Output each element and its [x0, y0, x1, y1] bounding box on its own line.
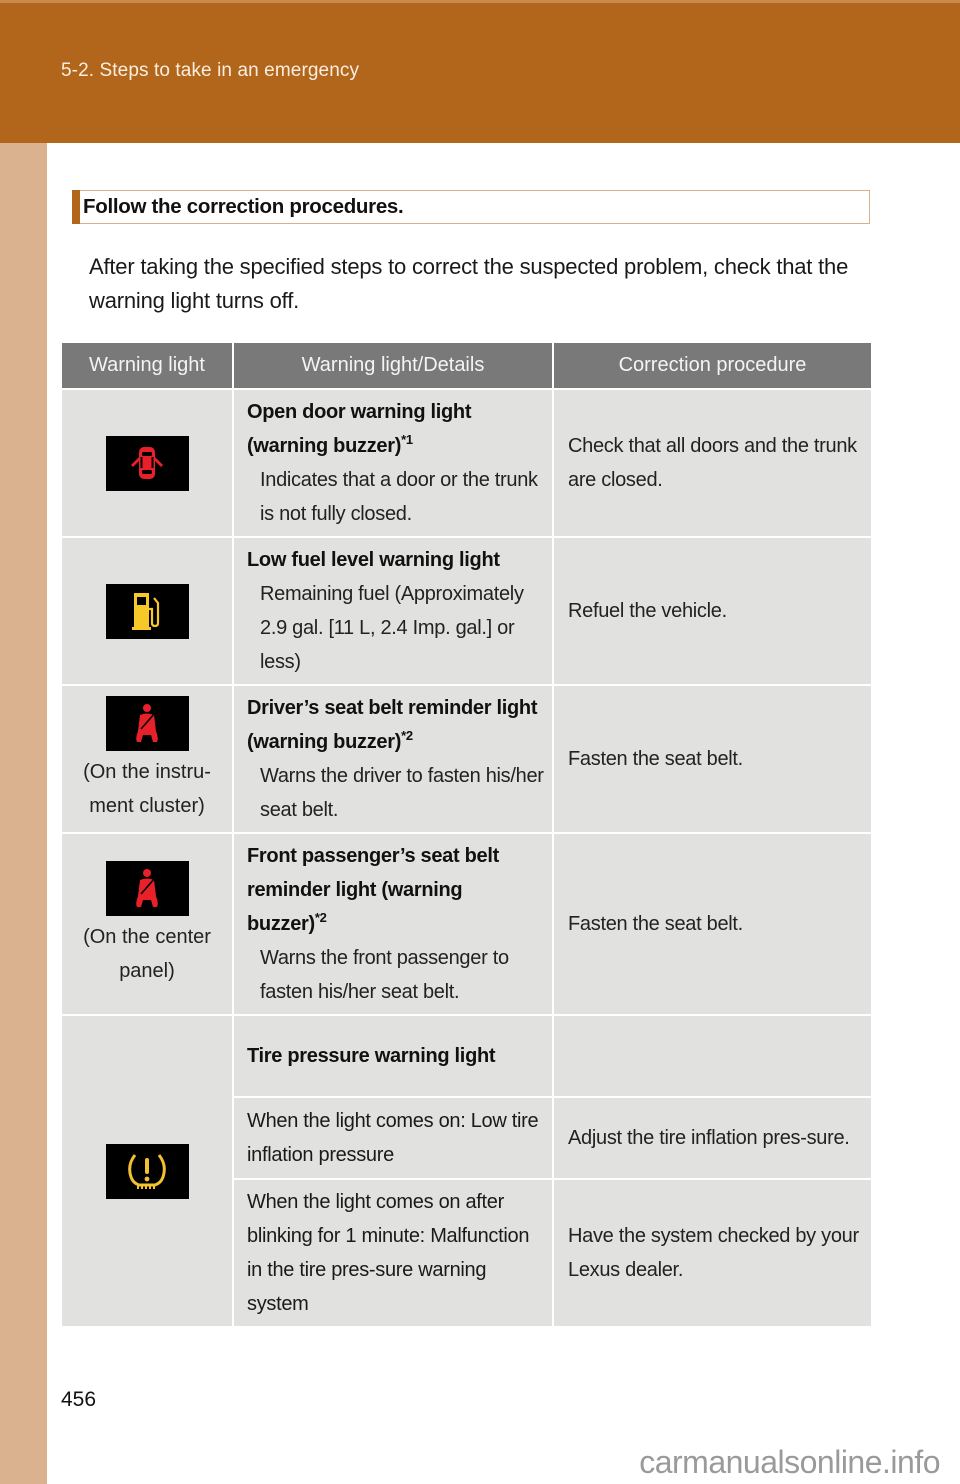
- footnote-ref: *2: [314, 910, 327, 925]
- tire-condition-low-pressure: When the light comes on: Low tire inflat…: [234, 1098, 552, 1178]
- warning-description: Remaining fuel (Approximately 2.9 gal. […: [260, 583, 524, 673]
- header-top-line: [0, 0, 960, 3]
- tire-pressure-icon: [105, 1143, 189, 1199]
- warning-title: Low fuel level warning light: [247, 549, 500, 571]
- side-strip: [0, 143, 47, 1484]
- table-row-tire-pressure-empty-cell: [554, 1016, 871, 1096]
- icon-location-caption: (On the instru-ment cluster): [83, 760, 211, 817]
- table-row-open-door-procedure: Check that all doors and the trunk are c…: [554, 390, 871, 536]
- tire-procedure-adjust: Adjust the tire inflation pres-sure.: [554, 1098, 871, 1178]
- tire-condition-malfunction: When the light comes on after blinking f…: [234, 1180, 552, 1326]
- column-header-details: Warning light/Details: [234, 343, 552, 388]
- icon-location-caption: (On the center panel): [83, 925, 211, 982]
- seat-belt-icon: [105, 695, 189, 751]
- page-number: 456: [61, 1388, 97, 1411]
- fuel-pump-icon: [105, 583, 189, 639]
- table-row-driver-seatbelt-procedure: Fasten the seat belt.: [554, 686, 871, 832]
- table-row-driver-seatbelt-icon-cell: (On the instru-ment cluster): [62, 686, 232, 832]
- column-header-warning-light: Warning light: [62, 343, 232, 388]
- table-row-open-door-icon-cell: [62, 390, 232, 536]
- condition-text: When the light comes on after blinking f…: [247, 1191, 530, 1315]
- warning-title: Driver’s seat belt reminder light (warni…: [247, 697, 538, 753]
- warning-description: Warns the driver to fasten his/her seat …: [260, 765, 544, 821]
- table-row-passenger-seatbelt-icon-cell: (On the center panel): [62, 834, 232, 1014]
- table-row-passenger-seatbelt-details: Front passenger’s seat belt reminder lig…: [234, 834, 552, 1014]
- table-row-tire-pressure-icon-cell: [62, 1016, 232, 1326]
- footnote-ref: *1: [401, 432, 413, 447]
- warning-description: Indicates that a door or the trunk is no…: [260, 469, 538, 525]
- section-heading-text: Follow the correction procedures.: [83, 195, 404, 218]
- table-row-driver-seatbelt-details: Driver’s seat belt reminder light (warni…: [234, 686, 552, 832]
- heading-accent-bar: [72, 190, 80, 224]
- header-band: 5-2. Steps to take in an emergency: [0, 0, 960, 143]
- warning-title: Tire pressure warning light: [247, 1045, 496, 1067]
- tire-procedure-dealer: Have the system checked by your Lexus de…: [554, 1180, 871, 1326]
- seat-belt-icon: [105, 860, 189, 916]
- open-door-icon: [105, 435, 189, 491]
- table-row-open-door-details: Open door warning light (warning buzzer)…: [234, 390, 552, 536]
- condition-text: When the light comes on: Low tire inflat…: [247, 1110, 539, 1166]
- table-row-tire-pressure-title-cell: Tire pressure warning light: [234, 1016, 552, 1096]
- table-row-low-fuel-details: Low fuel level warning light Remaining f…: [234, 538, 552, 684]
- table-row-low-fuel-icon-cell: [62, 538, 232, 684]
- column-header-correction: Correction procedure: [554, 343, 871, 388]
- section-heading: Follow the correction procedures.: [72, 190, 870, 224]
- table-row-low-fuel-procedure: Refuel the vehicle.: [554, 538, 871, 684]
- section-breadcrumb: 5-2. Steps to take in an emergency: [61, 60, 360, 81]
- watermark-link[interactable]: carmanualsonline.info: [639, 1444, 940, 1481]
- warning-title: Front passenger’s seat belt reminder lig…: [247, 845, 499, 935]
- warning-description: Warns the front passenger to fasten his/…: [260, 947, 509, 1003]
- footnote-ref: *2: [401, 728, 413, 743]
- warning-title: Open door warning light (warning buzzer): [247, 401, 472, 457]
- table-row-passenger-seatbelt-procedure: Fasten the seat belt.: [554, 834, 871, 1014]
- intro-paragraph: After taking the specified steps to corr…: [89, 254, 849, 313]
